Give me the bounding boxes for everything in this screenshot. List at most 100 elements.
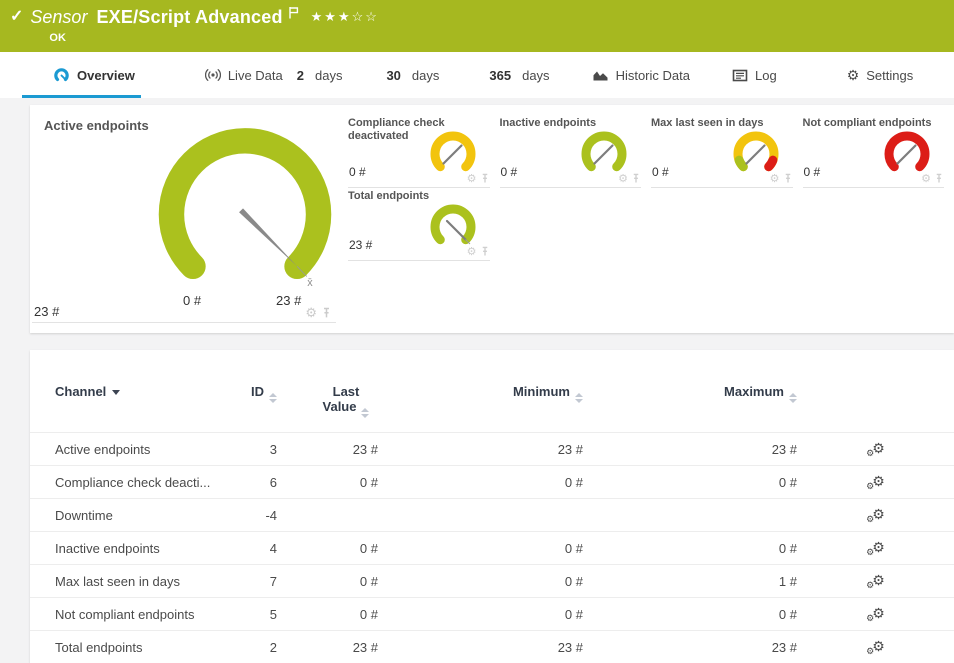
cell-id: 2 bbox=[225, 640, 277, 655]
tab-number: 30 bbox=[386, 68, 400, 83]
channel-settings-gears-icon[interactable]: ⚙⚙ bbox=[866, 440, 885, 459]
channel-settings-gears-icon[interactable]: ⚙⚙ bbox=[866, 506, 885, 525]
tab-overview[interactable]: Overview bbox=[22, 52, 141, 98]
table-row-not-compliant-endpoints[interactable]: Not compliant endpoints 5 0 # 0 # 0 # ⚙⚙ bbox=[30, 597, 954, 630]
pin-icon[interactable] bbox=[480, 173, 490, 184]
sort-arrows-icon bbox=[789, 393, 797, 403]
cell-channel: Inactive endpoints bbox=[55, 541, 225, 556]
gear-icon[interactable]: ⚙ bbox=[467, 247, 477, 257]
priority-flag-icon[interactable] bbox=[288, 6, 300, 19]
column-header-channel[interactable]: Channel bbox=[55, 384, 225, 399]
sensor-header: ✓ Sensor EXE/Script Advanced ★★★☆☆ OK bbox=[0, 0, 954, 52]
gauge-widget-active-endpoints: Active endpoints x̄ 0 # 23 # 23 # ⚙ bbox=[30, 105, 344, 333]
cell-last-value: 0 # bbox=[277, 475, 378, 490]
gauge-dial: x̄ bbox=[146, 120, 344, 318]
gauge-mean-marker: x̄ bbox=[307, 277, 313, 289]
tab-log[interactable]: Log bbox=[726, 52, 783, 98]
pin-icon[interactable] bbox=[480, 246, 490, 257]
cell-maximum: 1 # bbox=[583, 574, 797, 589]
tab-365-days[interactable]: 365 days bbox=[483, 52, 555, 98]
gear-icon[interactable]: ⚙ bbox=[921, 174, 931, 184]
channel-settings-gears-icon[interactable]: ⚙⚙ bbox=[866, 605, 885, 624]
gauge-arc bbox=[435, 209, 471, 240]
cell-channel: Max last seen in days bbox=[55, 574, 225, 589]
gauge-arc bbox=[171, 141, 318, 267]
cell-channel: Downtime bbox=[55, 508, 225, 523]
tab-label: Live Data bbox=[228, 68, 283, 83]
cell-channel: Compliance check deacti... bbox=[55, 475, 225, 490]
gauge-arc bbox=[889, 136, 925, 167]
table-row-max-last-seen[interactable]: Max last seen in days 7 0 # 0 # 1 # ⚙⚙ bbox=[30, 564, 954, 597]
gauge-arc bbox=[586, 136, 622, 167]
sort-caret-down-icon bbox=[112, 390, 120, 395]
tab-30-days[interactable]: 30 days bbox=[380, 52, 445, 98]
tab-settings[interactable]: ⚙ Settings bbox=[841, 52, 920, 98]
pin-icon[interactable] bbox=[631, 173, 641, 184]
gauge-arc bbox=[435, 136, 471, 167]
cell-minimum: 0 # bbox=[378, 574, 583, 589]
gauge-value: 23 # bbox=[34, 304, 59, 319]
channel-settings-gears-icon[interactable]: ⚙⚙ bbox=[866, 539, 885, 558]
gauge-needle bbox=[746, 146, 764, 164]
cell-id: 4 bbox=[225, 541, 277, 556]
pin-icon[interactable] bbox=[321, 307, 332, 319]
tab-label: Historic Data bbox=[616, 68, 690, 83]
priority-stars[interactable]: ★★★☆☆ bbox=[311, 9, 379, 25]
column-header-last-value[interactable]: Last Value bbox=[277, 384, 378, 417]
channel-table-panel: Channel ID Last Value Minimum Maximum Ac… bbox=[30, 350, 954, 663]
tab-2-days[interactable]: 2 days bbox=[291, 52, 349, 98]
tab-label: days bbox=[522, 68, 549, 83]
gauge-widget-compliance-check-deactivated: Compliance check deactivated 0 # ⚙ bbox=[348, 115, 490, 188]
gear-icon: ⚙ bbox=[847, 68, 860, 82]
cell-minimum: 0 # bbox=[378, 607, 583, 622]
cell-last-value: 0 # bbox=[277, 574, 378, 589]
table-row-compliance-check-deactivated[interactable]: Compliance check deacti... 6 0 # 0 # 0 #… bbox=[30, 465, 954, 498]
tab-number: 2 bbox=[297, 68, 304, 83]
gauge-widget-inactive-endpoints: Inactive endpoints 0 # ⚙ bbox=[500, 115, 642, 188]
gauge-widget-not-compliant-endpoints: Not compliant endpoints 0 # ⚙ bbox=[803, 115, 945, 188]
pin-icon[interactable] bbox=[934, 173, 944, 184]
tab-label: days bbox=[412, 68, 439, 83]
gear-icon[interactable]: ⚙ bbox=[305, 307, 317, 319]
table-row-total-endpoints[interactable]: Total endpoints 2 23 # 23 # 23 # ⚙⚙ bbox=[30, 630, 954, 663]
status-check-icon: ✓ bbox=[10, 9, 23, 25]
cell-last-value: 23 # bbox=[277, 640, 378, 655]
gauge-needle bbox=[595, 146, 613, 164]
cell-minimum: 23 # bbox=[378, 442, 583, 457]
gauge-value: 0 # bbox=[349, 165, 366, 179]
cell-maximum: 0 # bbox=[583, 541, 797, 556]
channel-settings-gears-icon[interactable]: ⚙⚙ bbox=[866, 638, 885, 657]
tab-historic-data[interactable]: Historic Data bbox=[586, 52, 696, 98]
mini-gauge-grid: Compliance check deactivated 0 # ⚙ Inact… bbox=[344, 105, 954, 333]
tab-bar: Overview Live Data 2 days 30 days 365 da… bbox=[0, 52, 954, 98]
tab-label: Overview bbox=[77, 68, 135, 83]
log-list-icon bbox=[732, 69, 748, 82]
table-row-inactive-endpoints[interactable]: Inactive endpoints 4 0 # 0 # 0 # ⚙⚙ bbox=[30, 531, 954, 564]
pin-icon[interactable] bbox=[783, 173, 793, 184]
gauge-arc-end-segment bbox=[768, 160, 772, 167]
gauge-title: Active endpoints bbox=[44, 118, 149, 133]
cell-last-value: 0 # bbox=[277, 607, 378, 622]
gauge-arc-start-segment bbox=[739, 160, 743, 167]
channel-settings-gears-icon[interactable]: ⚙⚙ bbox=[866, 572, 885, 591]
gear-icon[interactable]: ⚙ bbox=[770, 174, 780, 184]
gauge-widget-total-endpoints: Total endpoints 23 # ⚙ bbox=[348, 188, 490, 261]
gear-icon[interactable]: ⚙ bbox=[467, 174, 477, 184]
cell-channel: Not compliant endpoints bbox=[55, 607, 225, 622]
gauge-needle bbox=[239, 208, 297, 266]
column-header-id[interactable]: ID bbox=[225, 384, 277, 402]
column-header-maximum[interactable]: Maximum bbox=[583, 384, 797, 402]
table-row-active-endpoints[interactable]: Active endpoints 3 23 # 23 # 23 # ⚙⚙ bbox=[30, 432, 954, 465]
tab-live-data[interactable]: Live Data bbox=[199, 52, 289, 98]
channel-settings-gears-icon[interactable]: ⚙⚙ bbox=[866, 473, 885, 492]
gauge-icon bbox=[53, 67, 70, 84]
table-row-downtime[interactable]: Downtime -4 ⚙⚙ bbox=[30, 498, 954, 531]
gear-icon[interactable]: ⚙ bbox=[618, 174, 628, 184]
gauges-panel: Active endpoints x̄ 0 # 23 # 23 # ⚙ Comp… bbox=[30, 105, 954, 333]
cell-id: -4 bbox=[225, 508, 277, 523]
sort-arrows-icon bbox=[361, 408, 369, 418]
column-header-minimum[interactable]: Minimum bbox=[378, 384, 583, 402]
cell-id: 3 bbox=[225, 442, 277, 457]
cell-minimum: 0 # bbox=[378, 475, 583, 490]
sensor-title-block: Sensor EXE/Script Advanced ★★★☆☆ OK bbox=[30, 7, 379, 44]
